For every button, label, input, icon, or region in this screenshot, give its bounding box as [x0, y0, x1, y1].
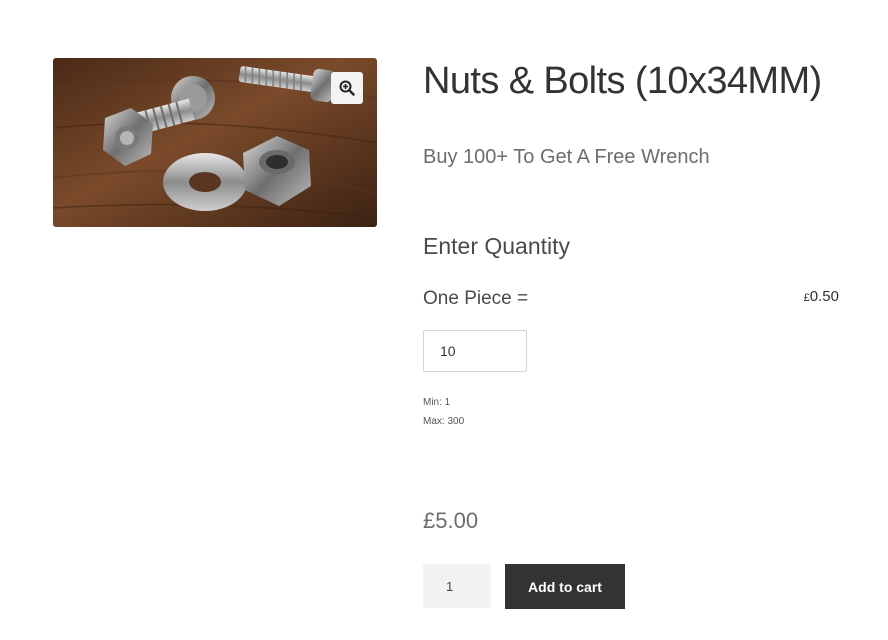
zoom-button[interactable]: [331, 72, 363, 104]
zoom-in-icon: [339, 80, 355, 96]
quantity-heading: Enter Quantity: [423, 233, 571, 259]
unit-price-amount: 0.50: [809, 288, 839, 305]
total-price: £5.00: [423, 508, 479, 533]
min-label: Min: 1: [423, 397, 451, 408]
nuts-bolts-illustration: [53, 58, 377, 227]
product-title: Nuts & Bolts (10x34MM): [423, 60, 822, 102]
add-to-cart-button[interactable]: Add to cart: [505, 564, 625, 609]
quantity-input[interactable]: [423, 330, 527, 372]
max-label: Max: 300: [423, 416, 465, 427]
quantity-limits: Min: 1 Max: 300: [423, 393, 464, 431]
cart-quantity-input[interactable]: [423, 564, 491, 608]
product-subtitle: Buy 100+ To Get A Free Wrench: [423, 146, 710, 168]
product-image[interactable]: [53, 58, 377, 227]
unit-price: £0.50: [804, 288, 839, 305]
unit-label: One Piece =: [423, 288, 529, 309]
